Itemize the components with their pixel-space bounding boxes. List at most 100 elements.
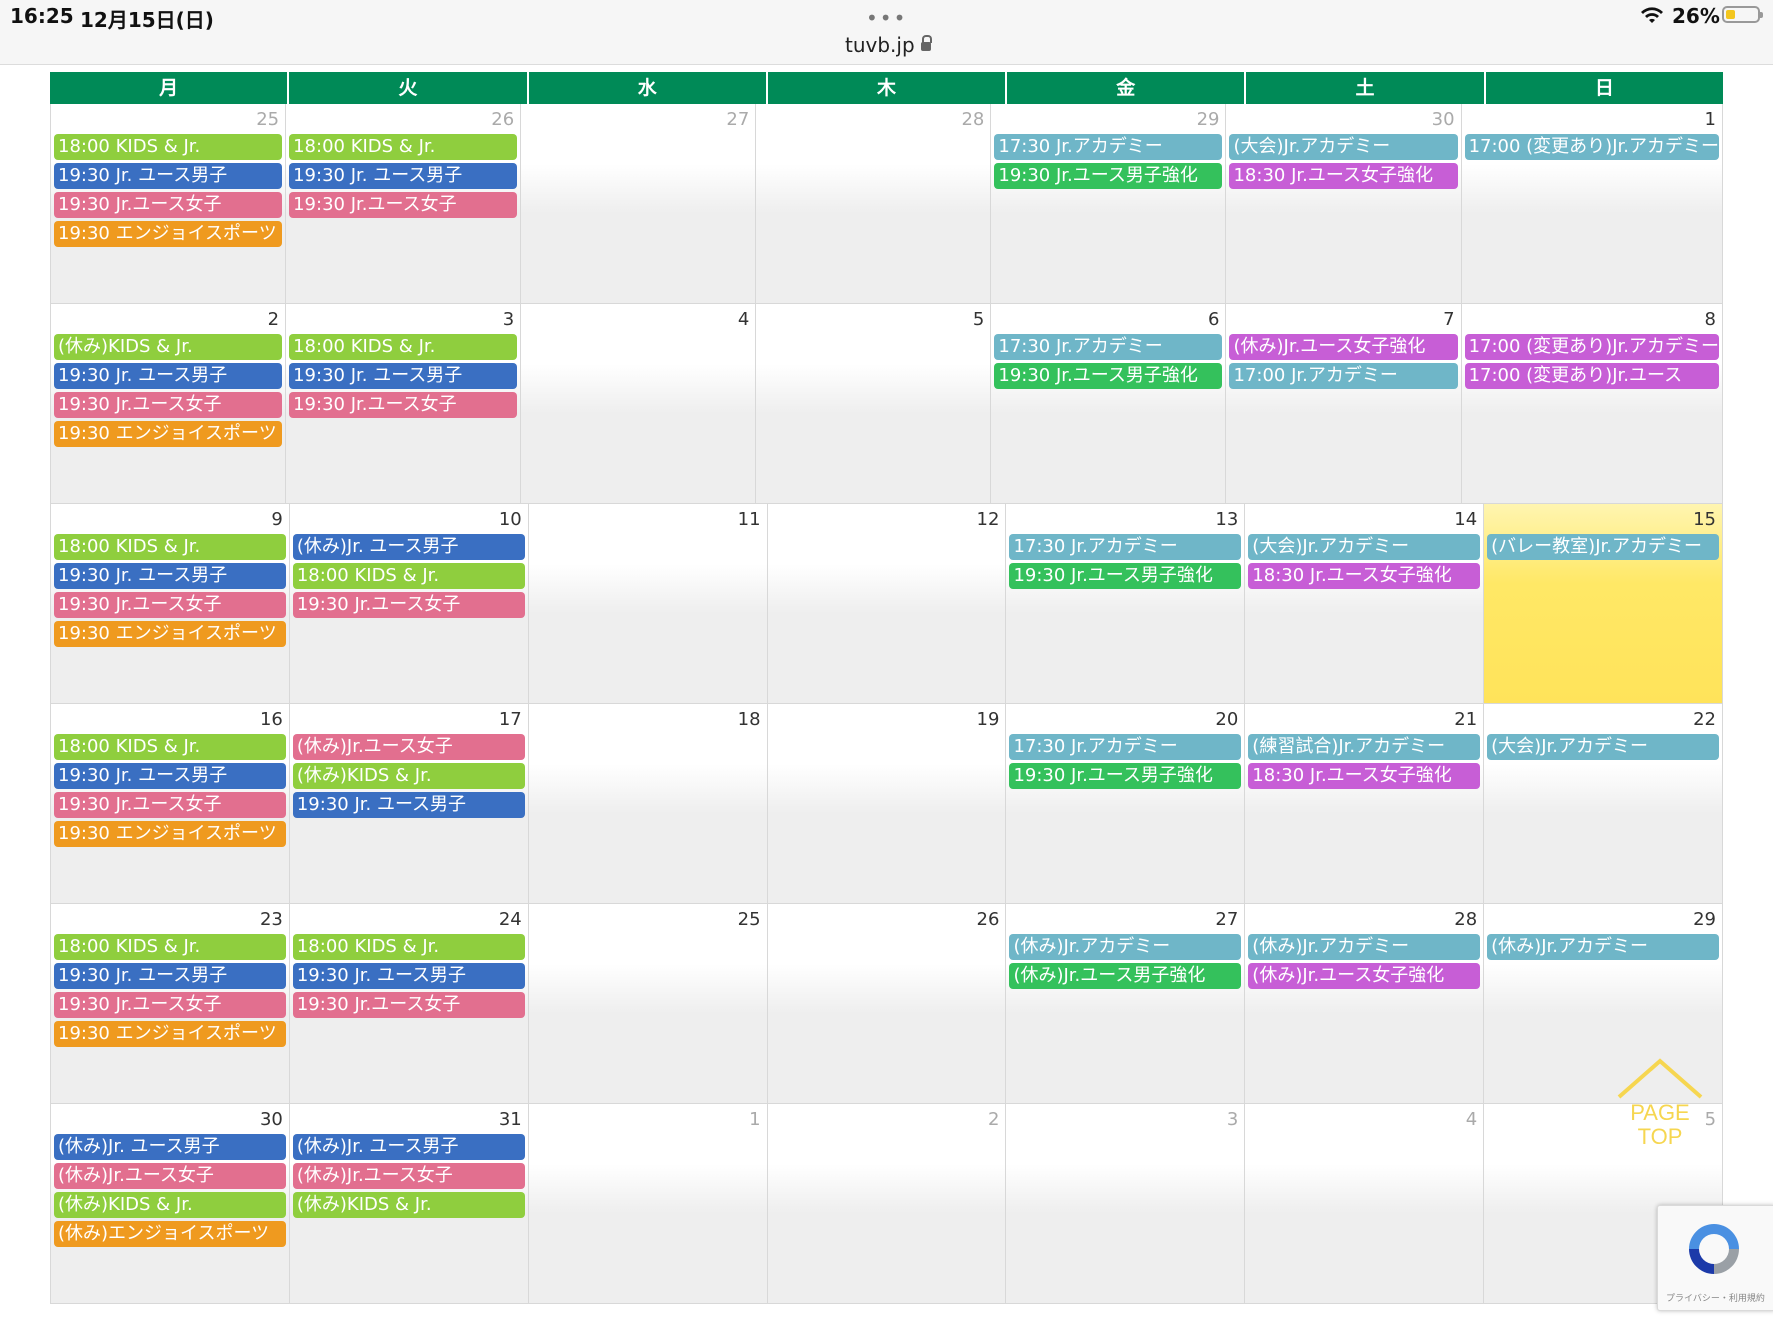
event-item[interactable]: 19:30 Jr. ユース男子: [292, 963, 525, 989]
event-item[interactable]: (休み)Jr.ユース女子: [54, 1163, 286, 1189]
event-item[interactable]: (休み)Jr.アカデミー: [1009, 934, 1242, 960]
event-item[interactable]: (バレー教室)Jr.アカデミー: [1487, 534, 1720, 560]
event-item[interactable]: 18:30 Jr.ユース女子強化: [1248, 763, 1481, 789]
calendar-day[interactable]: 26: [767, 904, 1007, 1104]
event-item[interactable]: (休み)Jr. ユース男子: [292, 1134, 525, 1160]
event-item[interactable]: 19:30 Jr. ユース男子: [289, 163, 518, 189]
event-item[interactable]: 19:30 Jr.ユース女子: [292, 592, 525, 618]
event-item[interactable]: 18:00 KIDS & Jr.: [54, 734, 286, 760]
event-item[interactable]: (休み)KIDS & Jr.: [54, 334, 283, 360]
event-item[interactable]: 19:30 エンジョイスポーツ: [54, 221, 283, 247]
event-item[interactable]: (休み)Jr.アカデミー: [1248, 934, 1481, 960]
calendar-day[interactable]: 1: [528, 1104, 768, 1304]
calendar-day[interactable]: 26 18:00 KIDS & Jr. 19:30 Jr. ユース男子 19:30 J…: [286, 104, 522, 304]
calendar-day[interactable]: 9 18:00 KIDS & Jr. 19:30 Jr. ユース男子 19:30 Jr…: [51, 504, 290, 704]
event-item[interactable]: 19:30 Jr. ユース男子: [289, 363, 518, 389]
recaptcha-privacy-text[interactable]: プライバシー・利用規約: [1666, 1291, 1773, 1304]
calendar-day[interactable]: 27: [521, 104, 757, 304]
event-item[interactable]: (大会)Jr.アカデミー: [1487, 734, 1720, 760]
event-item[interactable]: 19:30 Jr.ユース女子: [289, 192, 518, 218]
calendar-day[interactable]: 19: [767, 704, 1007, 904]
event-item[interactable]: (練習試合)Jr.アカデミー: [1248, 734, 1481, 760]
event-item[interactable]: (休み)Jr.アカデミー: [1487, 934, 1720, 960]
calendar-day[interactable]: 29 17:30 Jr.アカデミー 19:30 Jr.ユース男子強化: [991, 104, 1227, 304]
event-item[interactable]: 18:00 KIDS & Jr.: [54, 134, 283, 160]
event-item[interactable]: (大会)Jr.アカデミー: [1229, 134, 1458, 160]
event-item[interactable]: 18:00 KIDS & Jr.: [292, 563, 525, 589]
calendar-day[interactable]: 23 18:00 KIDS & Jr. 19:30 Jr. ユース男子 19:30 J…: [51, 904, 290, 1104]
event-item[interactable]: 19:30 Jr.ユース男子強化: [1009, 763, 1242, 789]
event-item[interactable]: 17:00 Jr.アカデミー: [1229, 363, 1458, 389]
event-item[interactable]: 19:30 Jr. ユース男子: [54, 963, 286, 989]
event-item[interactable]: 19:30 Jr.ユース男子強化: [994, 163, 1223, 189]
calendar-day[interactable]: 3 18:00 KIDS & Jr. 19:30 Jr. ユース男子 19:30 Jr…: [286, 304, 522, 504]
calendar-day[interactable]: 5: [756, 304, 992, 504]
calendar-day[interactable]: 30 (大会)Jr.アカデミー 18:30 Jr.ユース女子強化: [1226, 104, 1462, 304]
calendar-day[interactable]: 1 17:00 (変更あり)Jr.アカデミー: [1461, 104, 1723, 304]
event-item[interactable]: 19:30 エンジョイスポーツ: [54, 421, 283, 447]
event-item[interactable]: 18:00 KIDS & Jr.: [292, 934, 525, 960]
event-item[interactable]: 19:30 Jr. ユース男子: [54, 763, 286, 789]
event-item[interactable]: 19:30 Jr.ユース女子: [289, 392, 518, 418]
calendar-day[interactable]: 4: [521, 304, 757, 504]
calendar-day[interactable]: 4: [1245, 1104, 1485, 1304]
calendar-day-today[interactable]: 15 (バレー教室)Jr.アカデミー: [1484, 504, 1724, 704]
calendar-day[interactable]: 10 (休み)Jr. ユース男子 18:00 KIDS & Jr. 19:30 Jr.…: [289, 504, 529, 704]
event-item[interactable]: 19:30 エンジョイスポーツ: [54, 821, 286, 847]
calendar-day[interactable]: 7 (休み)Jr.ユース女子強化 17:00 Jr.アカデミー: [1226, 304, 1462, 504]
calendar-day[interactable]: 25: [528, 904, 768, 1104]
calendar-day[interactable]: 14 (大会)Jr.アカデミー 18:30 Jr.ユース女子強化: [1245, 504, 1485, 704]
event-item[interactable]: (休み)Jr.ユース女子: [292, 1163, 525, 1189]
calendar-day[interactable]: 3: [1006, 1104, 1246, 1304]
event-item[interactable]: 19:30 Jr.ユース女子: [54, 992, 286, 1018]
address-bar[interactable]: tuvb.jp: [845, 33, 932, 57]
calendar-day[interactable]: 2: [767, 1104, 1007, 1304]
event-item[interactable]: 18:30 Jr.ユース女子強化: [1229, 163, 1458, 189]
event-item[interactable]: 17:30 Jr.アカデミー: [1009, 734, 1242, 760]
more-dots-icon[interactable]: •••: [866, 6, 907, 30]
event-item[interactable]: 18:00 KIDS & Jr.: [54, 534, 286, 560]
event-item[interactable]: (休み)KIDS & Jr.: [54, 1192, 286, 1218]
event-item[interactable]: 17:30 Jr.アカデミー: [1009, 534, 1242, 560]
calendar-day[interactable]: 27 (休み)Jr.アカデミー (休み)Jr.ユース男子強化: [1006, 904, 1246, 1104]
calendar-day[interactable]: 24 18:00 KIDS & Jr. 19:30 Jr. ユース男子 19:30 J…: [289, 904, 529, 1104]
event-item[interactable]: 19:30 Jr.ユース女子: [54, 392, 283, 418]
calendar-day[interactable]: 13 17:30 Jr.アカデミー 19:30 Jr.ユース男子強化: [1006, 504, 1246, 704]
event-item[interactable]: (休み)KIDS & Jr.: [292, 763, 525, 789]
event-item[interactable]: 19:30 Jr.ユース女子: [292, 992, 525, 1018]
event-item[interactable]: (大会)Jr.アカデミー: [1248, 534, 1481, 560]
calendar-day[interactable]: 22 (大会)Jr.アカデミー: [1484, 704, 1724, 904]
calendar-day[interactable]: 12: [767, 504, 1007, 704]
calendar-day[interactable]: 2 (休み)KIDS & Jr. 19:30 Jr. ユース男子 19:30 Jr.ユ…: [51, 304, 287, 504]
event-item[interactable]: (休み)Jr. ユース男子: [54, 1134, 286, 1160]
calendar-day[interactable]: 16 18:00 KIDS & Jr. 19:30 Jr. ユース男子 19:30 J…: [51, 704, 290, 904]
event-item[interactable]: (休み)Jr.ユース女子強化: [1229, 334, 1458, 360]
event-item[interactable]: (休み)Jr.ユース女子強化: [1248, 963, 1481, 989]
event-item[interactable]: 19:30 Jr. ユース男子: [54, 563, 286, 589]
calendar-day[interactable]: 31 (休み)Jr. ユース男子 (休み)Jr.ユース女子 (休み)KIDS & Jr…: [289, 1104, 529, 1304]
event-item[interactable]: 17:00 (変更あり)Jr.アカデミー: [1464, 134, 1719, 160]
calendar-day[interactable]: 30 (休み)Jr. ユース男子 (休み)Jr.ユース女子 (休み)KIDS & Jr…: [51, 1104, 290, 1304]
event-item[interactable]: 17:00 (変更あり)Jr.ユース: [1464, 363, 1719, 389]
event-item[interactable]: 19:30 Jr.ユース女子: [54, 792, 286, 818]
event-item[interactable]: (休み)エンジョイスポーツ: [54, 1221, 286, 1247]
calendar-day[interactable]: 17 (休み)Jr.ユース女子 (休み)KIDS & Jr. 19:30 Jr. ユー…: [289, 704, 529, 904]
recaptcha-badge[interactable]: プライバシー・利用規約: [1657, 1205, 1773, 1311]
event-item[interactable]: 18:00 KIDS & Jr.: [54, 934, 286, 960]
event-item[interactable]: (休み)KIDS & Jr.: [292, 1192, 525, 1218]
event-item[interactable]: 19:30 Jr.ユース女子: [54, 192, 283, 218]
calendar-day[interactable]: 28 (休み)Jr.アカデミー (休み)Jr.ユース女子強化: [1245, 904, 1485, 1104]
event-item[interactable]: 18:00 KIDS & Jr.: [289, 134, 518, 160]
calendar-day[interactable]: 21 (練習試合)Jr.アカデミー 18:30 Jr.ユース女子強化: [1245, 704, 1485, 904]
event-item[interactable]: 19:30 Jr. ユース男子: [292, 792, 525, 818]
event-item[interactable]: 19:30 Jr. ユース男子: [54, 363, 283, 389]
event-item[interactable]: 19:30 Jr. ユース男子: [54, 163, 283, 189]
event-item[interactable]: 19:30 Jr.ユース男子強化: [994, 363, 1223, 389]
event-item[interactable]: 19:30 エンジョイスポーツ: [54, 621, 286, 647]
calendar-day[interactable]: 8 17:00 (変更あり)Jr.アカデミー 17:00 (変更あり)Jr.ユース: [1461, 304, 1723, 504]
page-top-button[interactable]: PAGE TOP: [1610, 1055, 1710, 1165]
event-item[interactable]: 18:00 KIDS & Jr.: [289, 334, 518, 360]
event-item[interactable]: (休み)Jr.ユース女子: [292, 734, 525, 760]
event-item[interactable]: 17:00 (変更あり)Jr.アカデミー: [1464, 334, 1719, 360]
event-item[interactable]: 17:30 Jr.アカデミー: [994, 134, 1223, 160]
